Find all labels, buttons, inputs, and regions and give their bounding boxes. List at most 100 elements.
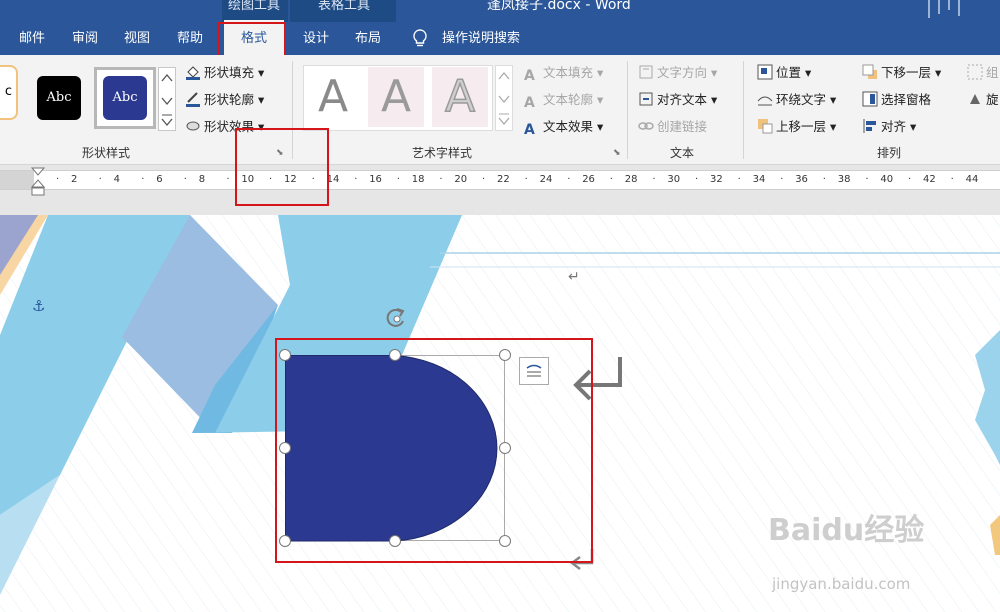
tab-layout[interactable]: 布局 [355, 22, 381, 55]
text-direction-button[interactable]: 文字方向 ▾ [638, 63, 717, 83]
ruler-number: 18 [411, 174, 425, 185]
ruler-number: 2 [71, 174, 78, 185]
group-label-arrange: 排列 [877, 146, 902, 160]
selection-pane-button[interactable]: 选择窗格 [862, 90, 931, 110]
rotate-icon [967, 91, 983, 107]
align-button[interactable]: 对齐 ▾ [862, 117, 916, 137]
group-label-shape-styles: 形状样式 [82, 146, 131, 160]
ruler-number: 26 [582, 174, 595, 185]
wordart-launcher-icon[interactable]: ⬊ [613, 148, 621, 158]
shape-style-thumb-selected-frame[interactable]: Abc [94, 67, 156, 129]
send-backward-label: 下移一层 [881, 65, 932, 80]
ruler-number: 16 [369, 174, 382, 185]
ribbon-tab-bar: 邮件 审阅 视图 帮助 格式 设计 布局 操作说明搜索 [0, 20, 1000, 57]
rotate-button[interactable]: 旋 [967, 90, 999, 110]
text-fill-button[interactable]: A 文本填充 ▾ [524, 63, 603, 84]
group-label: 组 [986, 65, 999, 80]
text-direction-label: 文字方向 [657, 65, 708, 80]
document-canvas[interactable]: ⚓ ↵ Baidu经验 jingyan.baidu.com [0, 215, 1000, 612]
text-effects-icon: A [524, 122, 535, 138]
shape-outline-label: 形状轮廓 [204, 92, 255, 107]
shape-style-thumb-partial[interactable]: c [0, 65, 18, 120]
paint-bucket-icon [185, 64, 201, 80]
tab-mailings[interactable]: 邮件 [19, 22, 45, 55]
ruler-tick: · [567, 174, 571, 185]
group-label-wordart: 艺术字样式 [412, 146, 473, 160]
align-text-icon [638, 91, 654, 107]
wrap-text-button[interactable]: 环绕文字 ▾ [757, 90, 836, 110]
watermark-lines-decor [925, 0, 995, 18]
send-backward-button[interactable]: 下移一层 ▾ [862, 63, 941, 83]
rotate-handle-icon[interactable] [383, 305, 411, 335]
group-icon [967, 64, 983, 80]
shape-fill-label: 形状填充 [204, 65, 255, 80]
create-link-button[interactable]: 创建链接 [638, 117, 707, 137]
ruler-tick: · [737, 174, 741, 185]
ruler-tick: · [780, 174, 784, 185]
ruler-tick: · [609, 174, 613, 185]
text-outline-button[interactable]: A 文本轮廓 ▾ [524, 90, 603, 111]
baidu-watermark-brand: Baidu经验 [768, 513, 925, 548]
ruler-tick: · [141, 174, 145, 185]
ruler-number: 44 [965, 174, 979, 185]
send-backward-icon [862, 64, 878, 80]
shape-outline-button[interactable]: 形状轮廓 ▾ [185, 90, 264, 110]
context-tab-drawing-label: 绘图工具 [228, 0, 281, 13]
separator [627, 61, 628, 159]
ruler-tick: · [396, 174, 400, 185]
tab-review[interactable]: 审阅 [72, 22, 98, 55]
window-title: 逢凤接子.docx - Word [487, 0, 631, 13]
horizontal-ruler[interactable]: 2 · 4 · 6 · 8 · 10 · 12 · 14 · 16 · 18 · 20 · 22 · 24 · 26 · 28 · 30… [0, 170, 1000, 190]
text-fill-label: 文本填充 [543, 65, 594, 80]
tab-view[interactable]: 视图 [124, 22, 150, 55]
baidu-watermark-url: jingyan.baidu.com [772, 575, 911, 593]
shape-effects-icon [185, 118, 201, 134]
gallery-scroll[interactable] [158, 67, 176, 131]
wordart-style-1[interactable]: A [305, 67, 361, 127]
ruler-tick: · [226, 174, 230, 185]
ruler-number: 40 [880, 174, 894, 185]
link-icon [638, 118, 654, 134]
ruler-tick: · [354, 174, 358, 185]
context-tab-table-label: 表格工具 [318, 0, 371, 13]
group-label-text: 文本 [670, 146, 695, 160]
selection-pane-label: 选择窗格 [881, 92, 932, 107]
tell-me-search[interactable]: 操作说明搜索 [442, 22, 520, 55]
anchor-icon: ⚓ [32, 297, 46, 315]
highlight-shape [275, 338, 593, 563]
text-effects-button[interactable]: A 文本效果 ▾ [524, 117, 603, 138]
ruler-number: 6 [156, 174, 163, 185]
shape-style-thumb-black[interactable]: Abc [37, 76, 81, 120]
rotate-label: 旋 [986, 92, 999, 107]
ruler-number: 34 [752, 174, 766, 185]
tab-help[interactable]: 帮助 [177, 22, 203, 55]
text-effects-label: 文本效果 [543, 119, 594, 134]
shape-fill-button[interactable]: 形状填充 ▾ [185, 63, 264, 83]
ruler-tick: · [950, 174, 954, 185]
tab-design[interactable]: 设计 [303, 22, 329, 55]
bring-forward-button[interactable]: 上移一层 ▾ [757, 117, 836, 137]
position-icon [757, 64, 773, 80]
ruler-tick: · [56, 174, 60, 185]
text-outline-icon: A [524, 95, 535, 111]
text-fill-icon: A [524, 68, 535, 84]
bring-forward-label: 上移一层 [776, 119, 827, 134]
ruler-tick: · [482, 174, 486, 185]
ruler-number: 24 [539, 174, 553, 185]
wordart-style-3[interactable]: A [432, 67, 488, 127]
align-text-button[interactable]: 对齐文本 ▾ [638, 90, 717, 110]
shape-style-thumb-blue: Abc [103, 76, 147, 120]
position-button[interactable]: 位置 ▾ [757, 63, 811, 83]
group-button[interactable]: 组 [967, 63, 999, 83]
wordart-style-2[interactable]: A [368, 67, 424, 127]
align-text-label: 对齐文本 [657, 92, 708, 107]
ruler-margin-left [0, 171, 34, 189]
align-icon [862, 118, 878, 134]
indent-marker-icon[interactable] [30, 167, 46, 201]
wrap-text-icon [757, 91, 773, 107]
wordart-gallery-scroll[interactable] [495, 65, 513, 131]
ruler-tick: · [695, 174, 699, 185]
highlight-dialog-launcher [235, 128, 329, 206]
ruler-tick: · [183, 174, 187, 185]
bring-forward-icon [757, 118, 773, 134]
